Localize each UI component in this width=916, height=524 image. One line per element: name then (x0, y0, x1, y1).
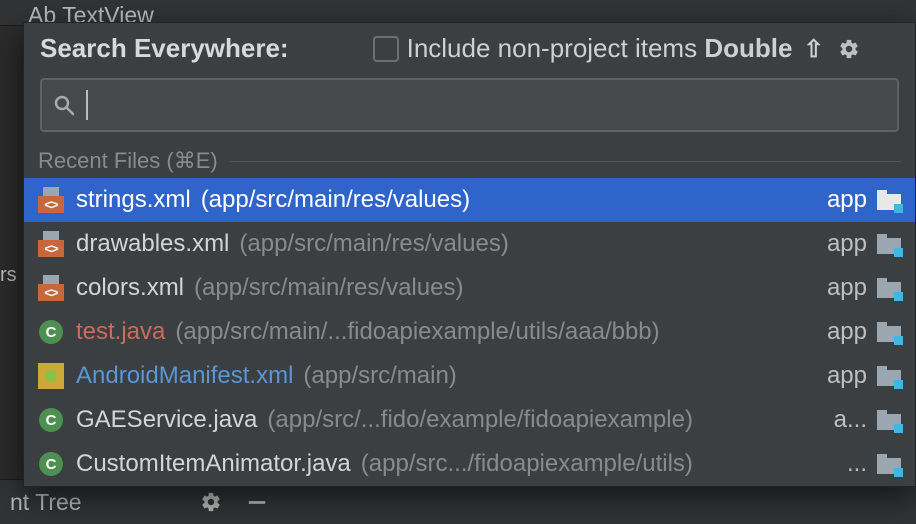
result-module: app (827, 186, 901, 214)
result-row[interactable]: C GAEService.java (app/src/...fido/example… (24, 398, 915, 442)
module-label: app (827, 362, 867, 390)
android-manifest-icon (38, 363, 64, 389)
xml-file-icon (38, 275, 64, 301)
result-path: (app/src/main) (303, 362, 456, 390)
search-icon (52, 93, 76, 117)
result-path: (app/src/...fido/example/fidoapiexample) (267, 406, 693, 434)
popup-header: Search Everywhere: Include non-project i… (24, 23, 915, 78)
result-path: (app/src/main/res/values) (201, 186, 470, 214)
checkbox-label-prefix: Include non-project items (407, 33, 705, 63)
result-main: CustomItemAnimator.java (app/src.../fidoa… (76, 450, 835, 478)
gear-icon[interactable] (200, 491, 222, 513)
result-row[interactable]: AndroidManifest.xml (app/src/main) app (24, 354, 915, 398)
result-main: GAEService.java (app/src/...fido/example/… (76, 406, 822, 434)
module-label: ... (847, 450, 867, 478)
section-divider (230, 161, 901, 162)
popup-title: Search Everywhere: (40, 33, 289, 64)
include-non-project-checkbox[interactable]: Include non-project items Double ⇧ (373, 33, 860, 64)
result-module: app (827, 318, 901, 346)
shift-icon: ⇧ (804, 36, 824, 63)
module-label: a... (834, 406, 867, 434)
result-filename: CustomItemAnimator.java (76, 450, 351, 478)
result-row[interactable]: strings.xml (app/src/main/res/values) app (24, 178, 915, 222)
module-label: app (827, 230, 867, 258)
search-everywhere-popup: Search Everywhere: Include non-project i… (23, 22, 916, 487)
module-label: app (827, 274, 867, 302)
result-filename: strings.xml (76, 186, 191, 214)
result-row[interactable]: colors.xml (app/src/main/res/values) app (24, 266, 915, 310)
checkbox-box[interactable] (373, 36, 399, 62)
result-path: (app/src.../fidoapiexample/utils) (361, 450, 693, 478)
result-path: (app/src/main/...fidoapiexample/utils/aa… (175, 318, 659, 346)
result-row[interactable]: Ctest.java (app/src/main/...fidoapiexampl… (24, 310, 915, 354)
module-folder-icon (877, 409, 901, 431)
section-label: Recent Files (⌘E) (38, 148, 218, 174)
result-main: drawables.xml (app/src/main/res/values) (76, 230, 815, 258)
result-module: app (827, 230, 901, 258)
xml-file-icon (38, 187, 64, 213)
text-caret (86, 90, 88, 120)
java-class-icon: C (38, 319, 64, 345)
result-module: app (827, 274, 901, 302)
background-left-panel: rs (0, 250, 20, 300)
result-filename: drawables.xml (76, 230, 229, 258)
module-folder-icon (877, 189, 901, 211)
results-list: strings.xml(app/src/main/res/values)appd… (24, 178, 915, 486)
module-label: app (827, 186, 867, 214)
checkbox-label: Include non-project items Double ⇧ (407, 33, 828, 64)
module-folder-icon (877, 365, 901, 387)
gear-icon[interactable] (838, 38, 860, 60)
result-path: (app/src/main/res/values) (194, 274, 463, 302)
checkbox-label-bold: Double (704, 33, 792, 63)
xml-file-icon (38, 231, 64, 257)
java-class-icon: C (38, 451, 64, 477)
search-input[interactable] (40, 78, 899, 132)
minimize-icon[interactable] (244, 491, 270, 513)
result-row[interactable]: C CustomItemAnimator.java (app/src.../fido… (24, 442, 915, 486)
result-main: colors.xml (app/src/main/res/values) (76, 274, 815, 302)
result-row[interactable]: drawables.xml (app/src/main/res/values) ap… (24, 222, 915, 266)
java-class-icon: C (38, 407, 64, 433)
module-label: app (827, 318, 867, 346)
result-path: (app/src/main/res/values) (239, 230, 508, 258)
result-filename: test.java (76, 318, 165, 346)
result-main: test.java (app/src/main/...fidoapiexample… (76, 318, 815, 346)
result-main: strings.xml (app/src/main/res/values) (76, 186, 815, 214)
result-module: app (827, 362, 901, 390)
left-panel-text: rs (0, 264, 17, 287)
module-folder-icon (877, 453, 901, 475)
module-folder-icon (877, 233, 901, 255)
module-folder-icon (877, 277, 901, 299)
result-module: ... (847, 450, 901, 478)
result-filename: AndroidManifest.xml (76, 362, 293, 390)
result-filename: GAEService.java (76, 406, 257, 434)
result-main: AndroidManifest.xml (app/src/main) (76, 362, 815, 390)
result-module: a... (834, 406, 901, 434)
result-filename: colors.xml (76, 274, 184, 302)
section-header-recent-files: Recent Files (⌘E) (24, 148, 915, 174)
bottom-panel-label: nt Tree (10, 489, 82, 516)
module-folder-icon (877, 321, 901, 343)
